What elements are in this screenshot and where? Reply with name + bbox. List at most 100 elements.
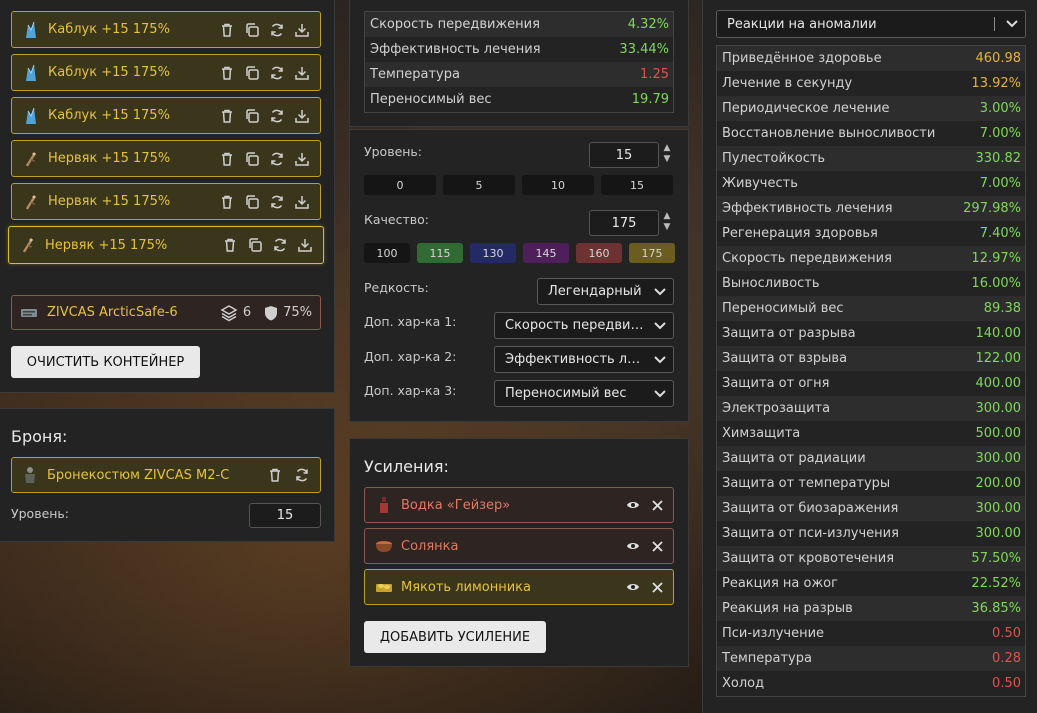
artifact-row[interactable]: Нервяк +15 175% bbox=[11, 140, 321, 177]
category-filter-select[interactable]: Реакции на аномалии bbox=[716, 10, 1026, 38]
stat-value: 7.00% bbox=[979, 126, 1021, 141]
extra1-select[interactable]: Скорость передвижения bbox=[494, 312, 674, 339]
armor-level-input[interactable]: 15 bbox=[249, 503, 321, 528]
stat-value: 297.98% bbox=[963, 201, 1021, 216]
stat-row: Защита от взрыва 122.00 bbox=[717, 346, 1025, 371]
quality-preset-button[interactable]: 100 bbox=[364, 243, 410, 263]
trash-icon[interactable] bbox=[218, 107, 235, 124]
swap-icon[interactable] bbox=[271, 237, 288, 254]
swap-icon[interactable] bbox=[268, 150, 285, 167]
download-icon[interactable] bbox=[293, 21, 310, 38]
root-icon bbox=[19, 236, 37, 254]
quality-input[interactable]: 175 bbox=[589, 210, 659, 236]
armor-name: Бронекостюм ZIVCAS M2-C bbox=[47, 467, 230, 483]
stat-row: Приведённое здоровье 460.98 bbox=[717, 46, 1025, 71]
stat-name: Периодическое лечение bbox=[722, 101, 890, 116]
quality-spinner[interactable]: ▲ ▼ bbox=[662, 211, 672, 233]
add-boost-button[interactable]: ДОБАВИТЬ УСИЛЕНИЕ bbox=[364, 621, 546, 653]
copy-icon[interactable] bbox=[243, 193, 260, 210]
close-icon[interactable] bbox=[652, 540, 663, 552]
trash-icon[interactable] bbox=[218, 150, 235, 167]
artifact-row[interactable]: Нервяк +15 175% bbox=[8, 226, 324, 264]
swap-icon[interactable] bbox=[268, 193, 285, 210]
stat-name: Регенерация здоровья bbox=[722, 226, 878, 241]
delete-armor-icon[interactable] bbox=[266, 467, 283, 484]
level-preset-button[interactable]: 15 bbox=[601, 175, 673, 195]
quality-preset-button[interactable]: 130 bbox=[470, 243, 516, 263]
swap-icon[interactable] bbox=[268, 64, 285, 81]
artifact-row[interactable]: Каблук +15 175% bbox=[11, 54, 321, 91]
level-preset-button[interactable]: 0 bbox=[364, 175, 436, 195]
stat-value: 122.00 bbox=[975, 351, 1022, 366]
boost-row[interactable]: Мякоть лимонника bbox=[364, 569, 674, 605]
artifact-row[interactable]: Нервяк +15 175% bbox=[11, 183, 321, 220]
stat-row: Защита от радиации 300.00 bbox=[717, 446, 1025, 471]
stat-name: Скорость передвижения bbox=[370, 17, 540, 32]
copy-icon[interactable] bbox=[243, 150, 260, 167]
stat-name: Защита от взрыва bbox=[722, 351, 848, 366]
stat-name: Пулестойкость bbox=[722, 151, 826, 166]
swap-icon[interactable] bbox=[268, 107, 285, 124]
clear-container-button[interactable]: ОЧИСТИТЬ КОНТЕЙНЕР bbox=[11, 346, 200, 378]
copy-icon[interactable] bbox=[246, 237, 263, 254]
config-panel bbox=[349, 129, 689, 422]
stat-name: Защита от пси-излучения bbox=[722, 526, 899, 541]
copy-icon[interactable] bbox=[243, 107, 260, 124]
armor-icon bbox=[22, 466, 38, 484]
close-icon[interactable] bbox=[652, 499, 663, 511]
download-icon[interactable] bbox=[293, 64, 310, 81]
swap-icon[interactable] bbox=[268, 21, 285, 38]
extra2-select[interactable]: Эффективность лечения bbox=[494, 346, 674, 373]
layers-icon bbox=[220, 304, 238, 322]
stat-row: Лечение в секунду 13.92% bbox=[717, 71, 1025, 96]
stat-name: Приведённое здоровье bbox=[722, 51, 882, 66]
download-icon[interactable] bbox=[293, 107, 310, 124]
quality-preset-button[interactable]: 145 bbox=[523, 243, 569, 263]
close-icon[interactable] bbox=[652, 581, 663, 593]
container-name: ZIVCAS ArcticSafe-6 bbox=[47, 305, 178, 320]
stat-name: Электрозащита bbox=[722, 401, 831, 416]
trash-icon[interactable] bbox=[218, 64, 235, 81]
quality-preset-button[interactable]: 175 bbox=[629, 243, 675, 263]
rarity-label: Редкость: bbox=[364, 280, 429, 295]
copy-icon[interactable] bbox=[243, 64, 260, 81]
level-spinner[interactable]: ▲ ▼ bbox=[662, 143, 672, 165]
chevron-down-icon bbox=[647, 287, 673, 296]
stat-name: Холод bbox=[722, 676, 765, 691]
stat-name: Химзащита bbox=[722, 426, 801, 441]
quality-preset-button[interactable]: 160 bbox=[576, 243, 622, 263]
stat-value: 22.52% bbox=[971, 576, 1021, 591]
artifact-row[interactable]: Каблук +15 175% bbox=[11, 97, 321, 134]
stat-row: Восстановление выносливости 7.00% bbox=[717, 121, 1025, 146]
boost-row[interactable]: Солянка bbox=[364, 528, 674, 564]
download-icon[interactable] bbox=[296, 237, 313, 254]
copy-icon[interactable] bbox=[243, 21, 260, 38]
swap-armor-icon[interactable] bbox=[293, 467, 310, 484]
download-icon[interactable] bbox=[293, 150, 310, 167]
trash-icon[interactable] bbox=[218, 21, 235, 38]
eye-icon[interactable] bbox=[626, 500, 640, 510]
boost-row[interactable]: Водка «Гейзер» bbox=[364, 487, 674, 523]
container-row[interactable]: ZIVCAS ArcticSafe-6 6 75% bbox=[11, 295, 321, 330]
stat-name: Лечение в секунду bbox=[722, 76, 853, 91]
eye-icon[interactable] bbox=[626, 582, 640, 592]
stat-row: Регенерация здоровья 7.40% bbox=[717, 221, 1025, 246]
stat-value: 1.25 bbox=[640, 67, 669, 82]
eye-icon[interactable] bbox=[626, 541, 640, 551]
stat-name: Эффективность лечения bbox=[722, 201, 893, 216]
level-input[interactable]: 15 bbox=[589, 142, 659, 168]
trash-icon[interactable] bbox=[221, 237, 238, 254]
trash-icon[interactable] bbox=[218, 193, 235, 210]
extra3-select[interactable]: Переносимый вес bbox=[494, 380, 674, 407]
stat-row: Пси-излучение 0.50 bbox=[717, 621, 1025, 646]
artifact-row[interactable]: Каблук +15 175% bbox=[11, 11, 321, 48]
download-icon[interactable] bbox=[293, 193, 310, 210]
level-preset-button[interactable]: 5 bbox=[443, 175, 515, 195]
armor-row[interactable]: Бронекостюм ZIVCAS M2-C bbox=[11, 457, 321, 493]
rarity-select[interactable]: Легендарный bbox=[537, 278, 674, 305]
quality-preset-button[interactable]: 115 bbox=[417, 243, 463, 263]
boost-name: Солянка bbox=[401, 538, 459, 554]
select-divider bbox=[994, 17, 995, 31]
level-preset-button[interactable]: 10 bbox=[522, 175, 594, 195]
artifact-name: Нервяк +15 175% bbox=[45, 237, 168, 253]
